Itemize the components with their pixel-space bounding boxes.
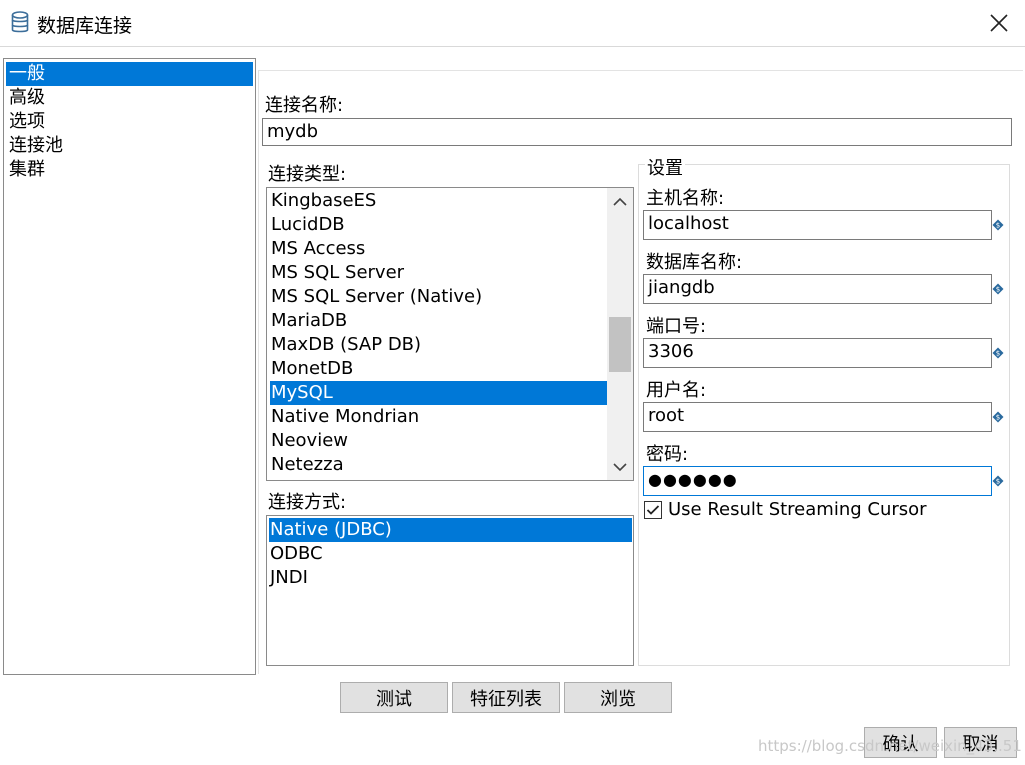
password-label: 密码: (646, 444, 689, 465)
connection-type-list[interactable]: KingbaseES LucidDB MS Access MS SQL Serv… (266, 187, 634, 481)
settings-group-title: 设置 (645, 154, 685, 180)
scroll-up-button[interactable] (607, 190, 633, 212)
close-button[interactable] (981, 6, 1017, 40)
list-item-luciddb[interactable]: LucidDB (270, 213, 607, 237)
window-title: 数据库连接 (37, 15, 133, 37)
list-item-mariadb[interactable]: MariaDB (270, 309, 607, 333)
list-item-odbc[interactable]: ODBC (269, 542, 632, 566)
chevron-up-icon (613, 197, 627, 206)
variable-icon[interactable]: $ (992, 283, 1004, 295)
password-input[interactable]: ●●●●●● (643, 466, 992, 496)
host-input[interactable]: localhost (643, 210, 992, 240)
svg-text:$: $ (996, 286, 1000, 294)
host-label: 主机名称: (646, 188, 725, 209)
svg-text:$: $ (996, 478, 1000, 486)
nav-item-general[interactable]: 一般 (6, 62, 253, 86)
port-input[interactable]: 3306 (643, 338, 992, 368)
database-icon (11, 11, 29, 33)
database-name-label: 数据库名称: (646, 252, 743, 273)
test-button[interactable]: 测试 (340, 682, 448, 713)
connection-type-scrollbar[interactable] (607, 188, 633, 480)
list-item-native-jdbc[interactable]: Native (JDBC) (269, 518, 632, 542)
scroll-thumb[interactable] (609, 317, 631, 372)
list-item-neoview[interactable]: Neoview (270, 429, 607, 453)
variable-icon[interactable]: $ (992, 411, 1004, 423)
streaming-cursor-label: Use Result Streaming Cursor (668, 499, 927, 520)
variable-icon[interactable]: $ (992, 219, 1004, 231)
list-item-mysql[interactable]: MySQL (270, 381, 607, 405)
chevron-down-icon (613, 462, 627, 471)
username-input[interactable]: root (643, 402, 992, 432)
list-item-jndi[interactable]: JNDI (269, 566, 632, 590)
connection-name-label: 连接名称: (265, 95, 344, 116)
scroll-down-button[interactable] (607, 456, 633, 478)
list-item-ms-sql-server[interactable]: MS SQL Server (270, 261, 607, 285)
svg-text:$: $ (996, 222, 1000, 230)
close-icon (990, 14, 1008, 32)
list-item-ms-access[interactable]: MS Access (270, 237, 607, 261)
variable-icon[interactable]: $ (992, 475, 1004, 487)
nav-item-cluster[interactable]: 集群 (6, 158, 253, 182)
nav-item-connection-pool[interactable]: 连接池 (6, 134, 253, 158)
checkmark-icon (646, 505, 660, 515)
streaming-cursor-checkbox[interactable] (644, 501, 662, 519)
list-item-netezza[interactable]: Netezza (270, 453, 607, 477)
settings-nav-list: 一般 高级 选项 连接池 集群 (3, 58, 256, 675)
access-method-label: 连接方式: (268, 492, 347, 513)
database-name-input[interactable]: jiangdb (643, 274, 992, 304)
access-method-list[interactable]: Native (JDBC) ODBC JNDI (266, 515, 634, 666)
list-item-monetdb[interactable]: MonetDB (270, 357, 607, 381)
variable-icon[interactable]: $ (992, 347, 1004, 359)
username-label: 用户名: (646, 380, 707, 401)
list-item-maxdb[interactable]: MaxDB (SAP DB) (270, 333, 607, 357)
list-item-kingbasees[interactable]: KingbaseES (270, 189, 607, 213)
title-bar: 数据库连接 (0, 0, 1025, 47)
connection-name-input[interactable]: mydb (262, 118, 1012, 146)
feature-list-button[interactable]: 特征列表 (452, 682, 560, 713)
connection-type-label: 连接类型: (268, 164, 347, 185)
watermark: https://blog.csdn.net/weixin_43..51 (758, 737, 1022, 755)
nav-item-advanced[interactable]: 高级 (6, 86, 253, 110)
port-label: 端口号: (646, 316, 707, 337)
browse-button[interactable]: 浏览 (564, 682, 672, 713)
svg-text:$: $ (996, 414, 1000, 422)
svg-text:$: $ (996, 350, 1000, 358)
nav-item-options[interactable]: 选项 (6, 110, 253, 134)
list-item-ms-sql-server-native[interactable]: MS SQL Server (Native) (270, 285, 607, 309)
list-item-native-mondrian[interactable]: Native Mondrian (270, 405, 607, 429)
